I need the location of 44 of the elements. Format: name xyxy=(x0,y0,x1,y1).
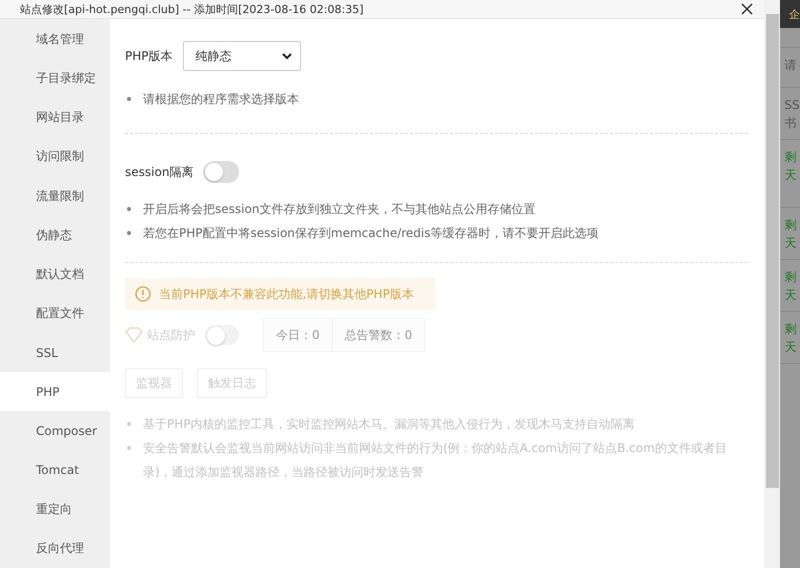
backdrop-cell: 剩 天 xyxy=(780,208,800,260)
hint-text: 请根据您的程序需求选择版本 xyxy=(143,91,299,108)
stat-text: 今日：0 xyxy=(275,327,321,344)
stat-text: 总告警数：0 xyxy=(332,319,424,351)
bullet-icon xyxy=(127,422,131,426)
sidebar-item[interactable]: Composer xyxy=(0,411,110,451)
sidebar-item[interactable]: 网站目录 xyxy=(0,98,110,138)
sidebar-item[interactable]: 访问限制 xyxy=(0,137,110,177)
warning-icon xyxy=(135,286,151,302)
sidebar-item[interactable]: 子目录绑定 xyxy=(0,59,110,98)
hint-text: 基于PHP内核的监控工具，实时监控网站木马、漏洞等其他入侵行为，发现木马支持自动隔离 xyxy=(143,416,634,433)
bullet-icon xyxy=(127,231,131,235)
field-label: PHP版本 xyxy=(125,48,172,64)
session-toggle[interactable] xyxy=(203,161,240,183)
hint-text: 开启后将会把session文件存放到独立文件夹，不与其他站点公用存储位置 xyxy=(143,201,536,218)
bullet-icon xyxy=(127,446,131,450)
bullet-icon xyxy=(127,207,131,211)
backdrop-badge: 企 xyxy=(780,0,800,28)
backdrop-cell: SS 书 xyxy=(780,88,800,140)
hint-text: 安全告警默认会监视当前网站访问非当前网站文件的行为(例：你的站点A.com访问了站点B.com的文件或者目录)，通过添加监视器路径，当路径被访问时发送告警 xyxy=(143,440,728,481)
backdrop-cell: 剩 天 xyxy=(780,140,800,208)
hint-text: 若您在PHP配置中将session保存到memcache/redis等缓存器时，请不要开启此选项 xyxy=(143,225,599,242)
sidebar-item[interactable]: Tomcat xyxy=(0,450,110,490)
version-select[interactable]: 纯静态 xyxy=(182,41,300,71)
sidebar-item[interactable]: PHP xyxy=(0,372,110,412)
backdrop-cell: 剩 天 xyxy=(780,260,800,312)
warning-text: 当前PHP版本不兼容此功能,请切换其他PHP版本 xyxy=(159,286,414,302)
sidebar-item[interactable]: 域名管理 xyxy=(0,20,110,60)
sidebar-item[interactable]: 反向代理 xyxy=(0,528,110,568)
close-icon[interactable] xyxy=(740,2,754,16)
sidebar-item[interactable]: 默认文档 xyxy=(0,254,110,294)
chevron-icon xyxy=(282,52,292,60)
backdrop-cell: 请 xyxy=(780,48,800,88)
sidebar-item[interactable]: 重定向 xyxy=(0,490,110,529)
scrollbar[interactable] xyxy=(764,0,780,568)
backdrop-cell: 剩 天 xyxy=(780,312,800,364)
diamond-icon xyxy=(125,327,143,343)
sidebar-item[interactable]: SSL xyxy=(0,333,110,372)
sidebar-item[interactable]: 伪静态 xyxy=(0,216,110,255)
bullet-icon xyxy=(127,97,131,101)
field-label: session隔离 xyxy=(125,164,194,180)
sidebar-item[interactable]: 配置文件 xyxy=(0,294,110,334)
window-title: 站点修改[api-hot.pengqi.club] -- 添加时间[2023-08-16 02:08:35] xyxy=(20,2,364,16)
sidebar-item[interactable]: 流量限制 xyxy=(0,176,110,216)
